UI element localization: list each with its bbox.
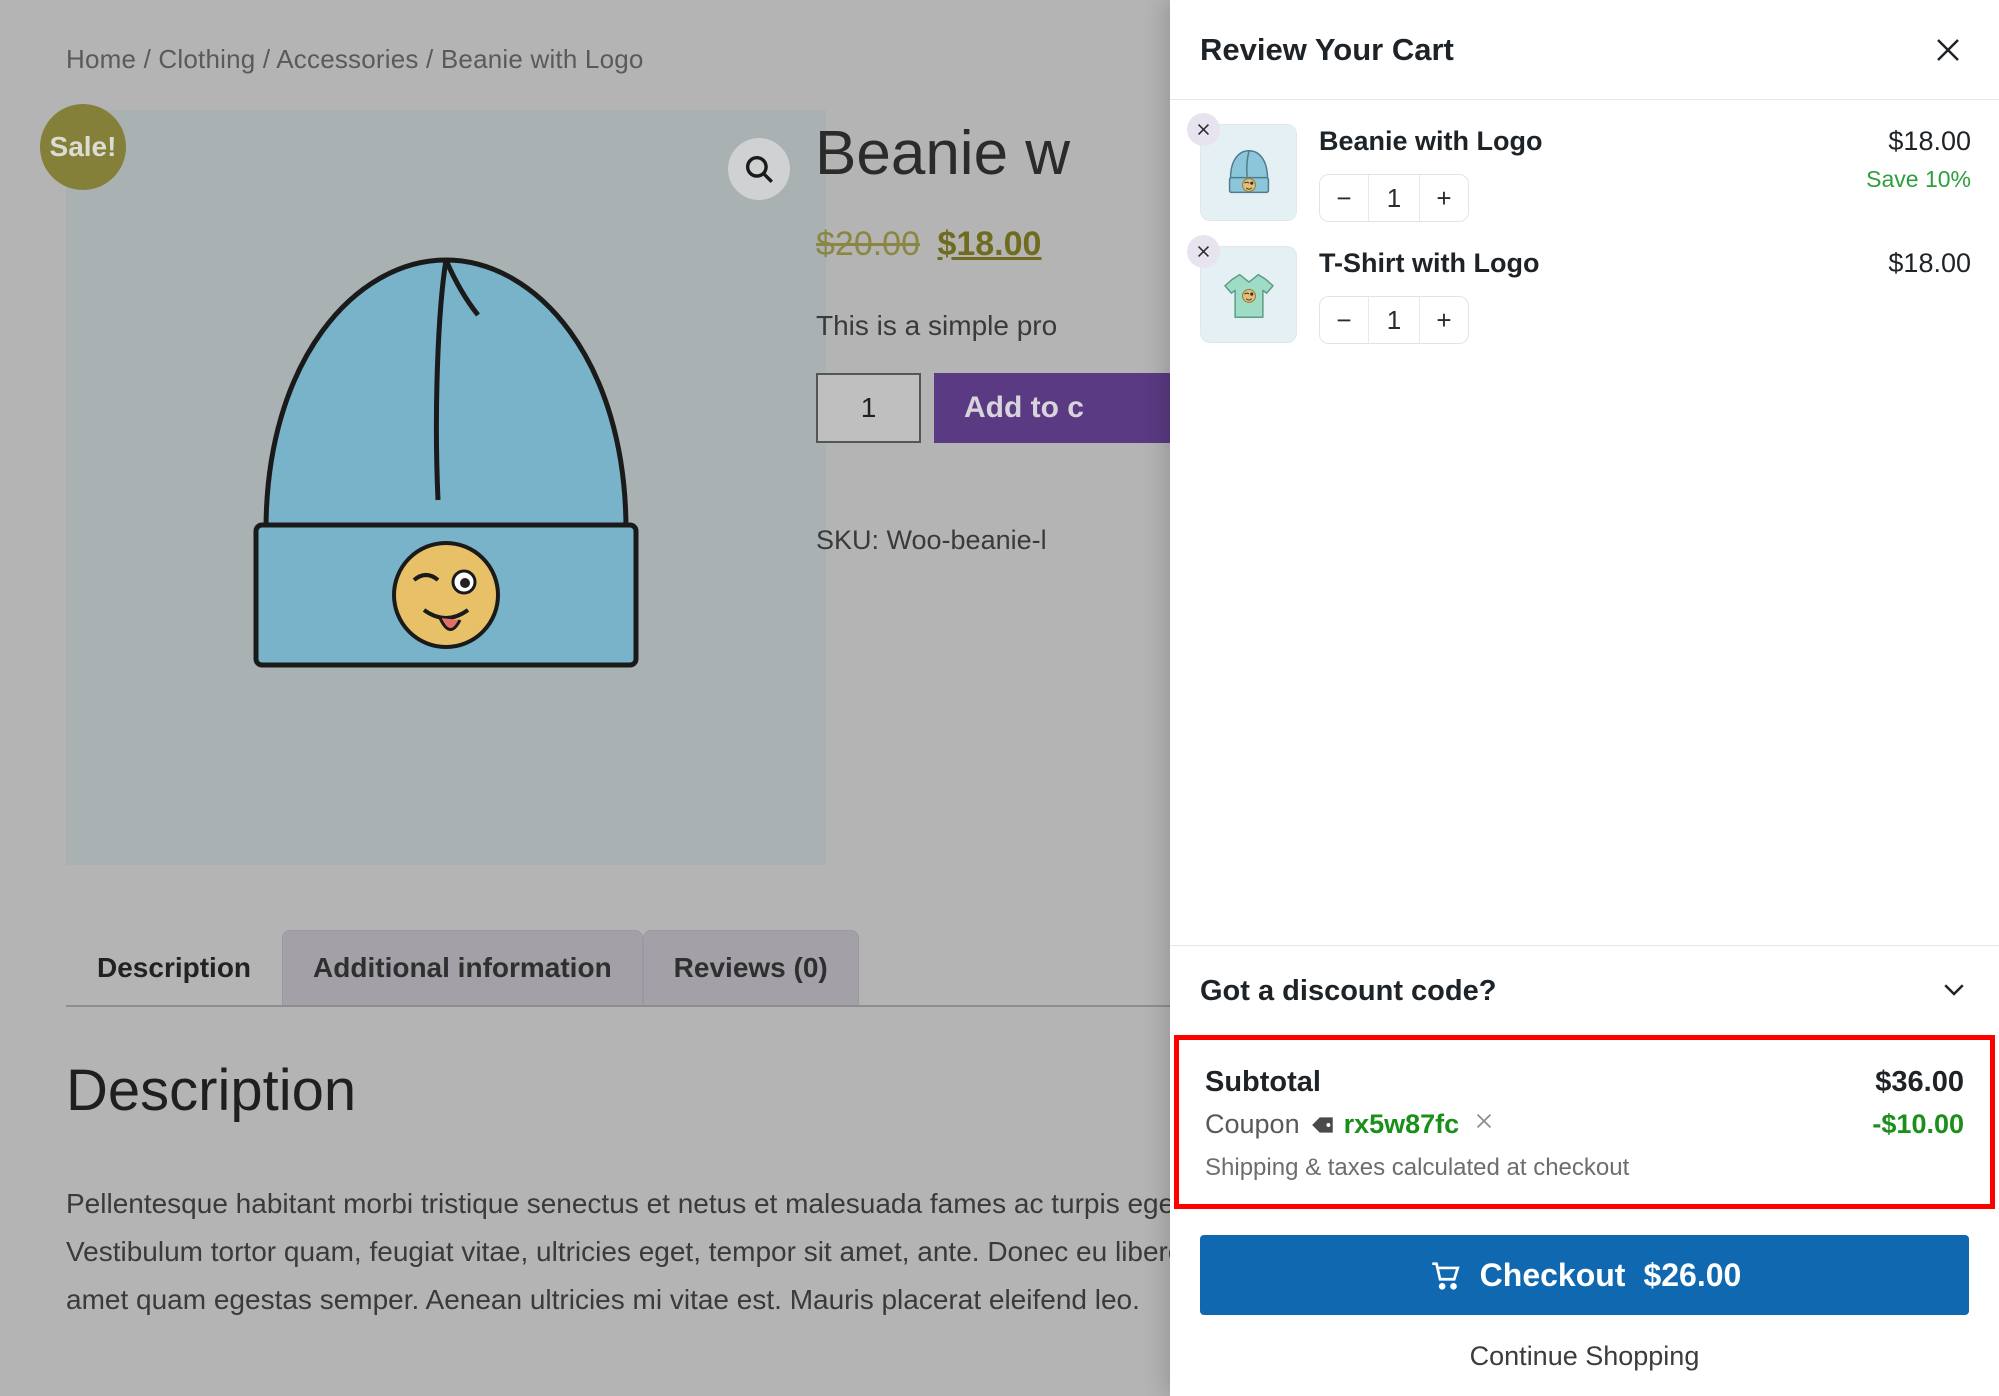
- beanie-product-image: [66, 110, 826, 865]
- cart-item-name: T-Shirt with Logo: [1319, 248, 1540, 278]
- close-icon[interactable]: [1925, 27, 1971, 73]
- price-row: $20.00 $18.00: [816, 225, 1041, 264]
- cart-totals-box: Subtotal $36.00 Coupon rx5w87fc -$10.00 …: [1174, 1035, 1995, 1209]
- coupon-discount-value: -$10.00: [1872, 1109, 1964, 1139]
- cart-item-name: Beanie with Logo: [1319, 126, 1543, 156]
- coupon-row: Coupon rx5w87fc -$10.00: [1205, 1109, 1964, 1140]
- subtotal-label: Subtotal: [1205, 1066, 1321, 1098]
- page-title: Beanie w: [815, 119, 1071, 188]
- cart-item-details: T-Shirt with Logo − 1 +: [1297, 246, 1821, 344]
- tag-icon: [1310, 1112, 1336, 1138]
- remove-coupon-icon[interactable]: [1473, 1110, 1495, 1139]
- cart-drawer: Review Your Cart Beanie with Logo − 1 + …: [1170, 0, 1999, 1396]
- remove-item-icon[interactable]: [1187, 113, 1220, 146]
- product-page: Home / Clothing / Accessories / Beanie w…: [0, 0, 1170, 1396]
- subtotal-value: $36.00: [1875, 1066, 1964, 1098]
- description-heading: Description: [66, 1058, 357, 1123]
- tab-additional-information[interactable]: Additional information: [282, 930, 643, 1005]
- checkout-label: Checkout: [1479, 1256, 1626, 1293]
- subtotal-row: Subtotal $36.00: [1205, 1066, 1964, 1099]
- shipping-note: Shipping & taxes calculated at checkout: [1205, 1154, 1630, 1181]
- discount-code-toggle[interactable]: Got a discount code?: [1170, 945, 1999, 1035]
- sale-badge: Sale!: [40, 104, 126, 190]
- quantity-stepper: − 1 +: [1319, 174, 1469, 222]
- short-description: This is a simple pro: [816, 310, 1058, 341]
- tab-description[interactable]: Description: [66, 930, 283, 1005]
- continue-shopping-link[interactable]: Continue Shopping: [1170, 1315, 1999, 1396]
- cart-item: Beanie with Logo − 1 + $18.00 Save 10%: [1187, 113, 1971, 222]
- coupon-code: rx5w87fc: [1343, 1109, 1460, 1139]
- chevron-down-icon[interactable]: [1939, 974, 1969, 1009]
- checkout-button[interactable]: Checkout $26.00: [1200, 1235, 1969, 1315]
- quantity-value[interactable]: 1: [1368, 175, 1420, 221]
- tshirt-thumb-icon: [1223, 273, 1274, 318]
- price-original: $20.00: [816, 225, 920, 263]
- beanie-thumb-icon: [1228, 149, 1269, 193]
- price-sale: $18.00: [937, 225, 1042, 263]
- product-gallery[interactable]: [66, 110, 826, 865]
- cart-item-savings: Save 10%: [1866, 166, 1971, 192]
- description-body: Pellentesque habitant morbi tristique se…: [66, 1188, 1170, 1315]
- cart-item-price: $18.00: [1888, 126, 1971, 156]
- screen: Home / Clothing / Accessories / Beanie w…: [0, 0, 1999, 1396]
- thumbnail-wrapper: [1187, 235, 1297, 343]
- add-to-cart-button[interactable]: Add to c: [934, 373, 1170, 443]
- cart-header: Review Your Cart: [1170, 0, 1999, 100]
- quantity-stepper: − 1 +: [1319, 296, 1469, 344]
- sku-text: SKU: Woo-beanie-l: [816, 525, 1047, 555]
- increment-button[interactable]: +: [1420, 175, 1468, 221]
- decrement-button[interactable]: −: [1320, 175, 1368, 221]
- cart-item-price: $18.00: [1888, 248, 1971, 278]
- thumbnail-wrapper: [1187, 113, 1297, 221]
- discount-code-label: Got a discount code?: [1200, 975, 1497, 1007]
- zoom-search-icon[interactable]: [728, 138, 790, 200]
- cart-item-details: Beanie with Logo − 1 +: [1297, 124, 1821, 222]
- cart-icon: [1428, 1258, 1462, 1292]
- coupon-left-group: Coupon rx5w87fc: [1205, 1109, 1495, 1140]
- increment-button[interactable]: +: [1420, 297, 1468, 343]
- quantity-input[interactable]: 1: [816, 373, 921, 443]
- checkout-total: $26.00: [1643, 1256, 1742, 1293]
- coupon-label: Coupon: [1205, 1109, 1300, 1139]
- decrement-button[interactable]: −: [1320, 297, 1368, 343]
- cart-item-pricing: $18.00: [1821, 246, 1971, 288]
- cart-item: T-Shirt with Logo − 1 + $18.00: [1187, 235, 1971, 344]
- breadcrumb[interactable]: Home / Clothing / Accessories / Beanie w…: [66, 44, 644, 75]
- product-tabs: Description Additional information Revie…: [66, 930, 1170, 1007]
- remove-item-icon[interactable]: [1187, 235, 1220, 268]
- quantity-value[interactable]: 1: [1368, 297, 1420, 343]
- cart-item-pricing: $18.00 Save 10%: [1821, 124, 1971, 193]
- tab-reviews[interactable]: Reviews (0): [642, 930, 859, 1005]
- cart-title: Review Your Cart: [1200, 31, 1454, 67]
- cart-item-list: Beanie with Logo − 1 + $18.00 Save 10% T…: [1170, 100, 1999, 945]
